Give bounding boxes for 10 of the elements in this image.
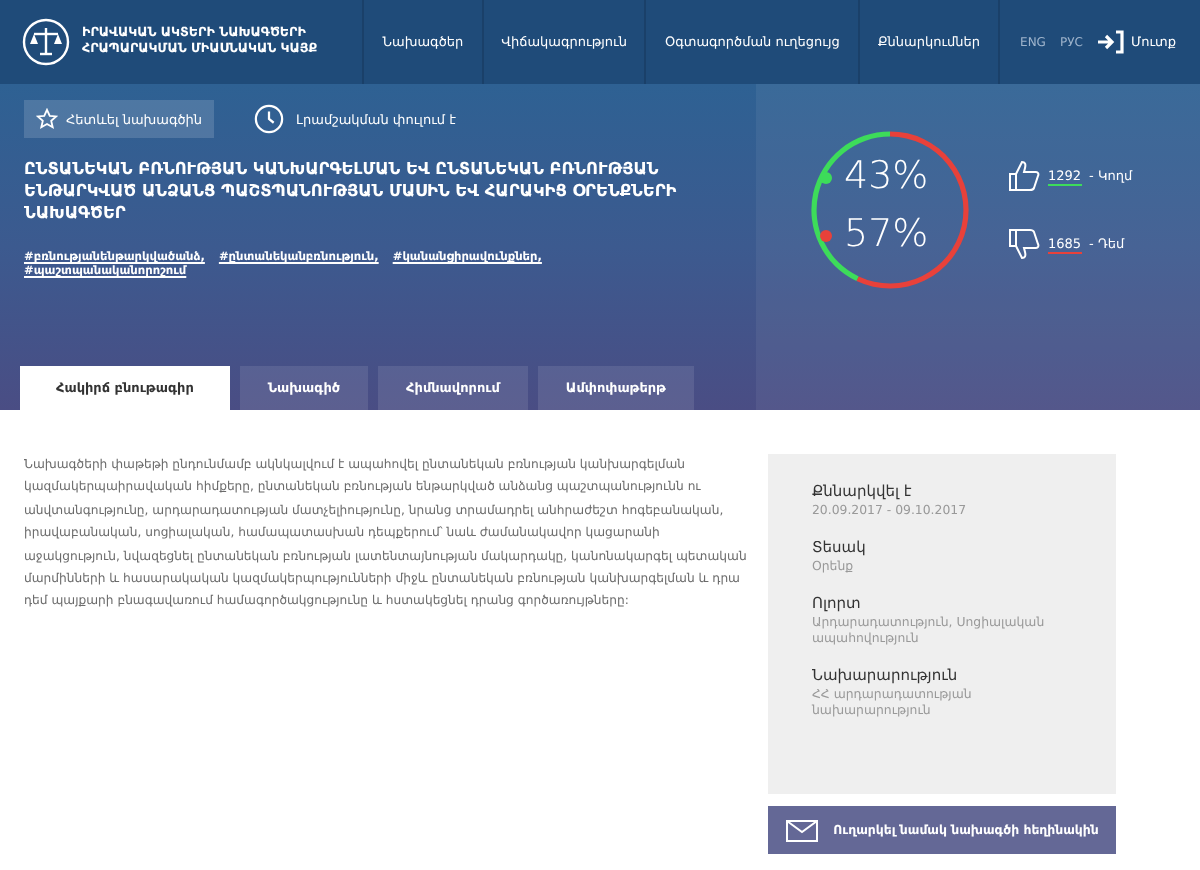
star-icon [36,108,58,130]
share-percent: 57% [844,210,929,260]
thumbs-up-icon[interactable] [1008,160,1040,192]
project-title: ԸՆՏԱՆԵԿԱՆ ԲՌՆՈՒԹՅԱՆ ԿԱՆԽԱՐԳԵԼՄԱՆ ԵՎ ԸՆՏԱՆԵԿԱՆ ԲՌՆՈՒԹՅԱՆ ԵՆԹԱՐԿՎԱԾ ԱՆՁԱՆՑ ՊԱՇՏՊԱՆՈՒԹՅԱՆ ՄԱՍԻՆ ԵՎ ՀԱՐԱԿԻՑ ՕՐԵՆՔՆԵՐԻ ՆԱԽԱԳԾԵՐ [24,158,679,224]
login-icon [1096,30,1125,54]
scales-emblem-icon [20,16,72,68]
thumbs-down-icon[interactable] [1008,228,1040,260]
share-percent: 43% [844,152,929,202]
clock-icon [254,104,285,134]
envelope-icon [785,819,818,841]
